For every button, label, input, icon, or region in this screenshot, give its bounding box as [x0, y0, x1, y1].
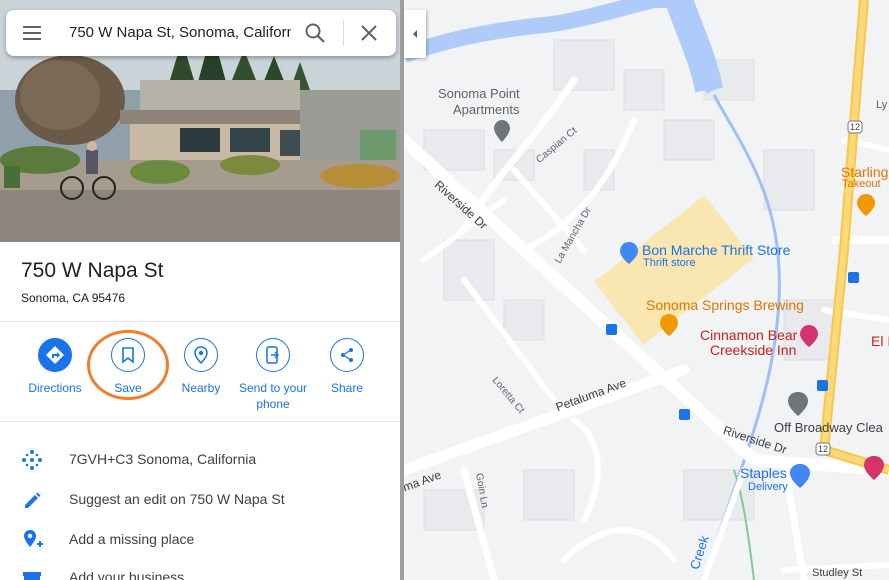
send-to-phone-label: Send to your phone — [238, 381, 308, 411]
street-label-studley: Studley St — [812, 567, 863, 579]
collapse-panel-button[interactable] — [404, 10, 426, 58]
search-input[interactable]: 750 W Napa St, Sonoma, California — [69, 24, 291, 41]
poi-staples-category: Delivery — [748, 481, 788, 493]
search-icon[interactable] — [304, 22, 326, 44]
nearby-label: Nearby — [181, 381, 221, 395]
poi-cinnamon-bear[interactable]: Cinnamon Bear — [700, 327, 797, 343]
save-highlight-circle — [87, 330, 169, 400]
map-label-sonoma-point[interactable]: Sonoma Point — [438, 86, 520, 101]
business-icon — [20, 566, 44, 580]
add-missing-place-text: Add a missing place — [69, 531, 195, 547]
poi-off-broadway[interactable]: Off Broadway Clea — [774, 420, 883, 435]
map-label-apartments[interactable]: Apartments — [453, 102, 519, 117]
suggest-edit-text: Suggest an edit on 750 W Napa St — [69, 491, 285, 507]
directions-label: Directions — [28, 381, 82, 395]
directions-button[interactable]: Directions — [18, 338, 92, 396]
chevron-left-icon — [413, 30, 417, 38]
poi-starling-category: Takeout — [842, 178, 881, 190]
directions-icon — [38, 338, 72, 372]
add-missing-place-row[interactable]: Add a missing place — [0, 520, 400, 556]
edit-icon — [20, 488, 44, 512]
place-address: Sonoma, CA 95476 — [21, 291, 126, 305]
suggest-edit-row[interactable]: Suggest an edit on 750 W Napa St — [0, 480, 400, 516]
send-to-phone-button[interactable]: Send to your phone — [236, 338, 310, 412]
poi-thrift-store-category: Thrift store — [643, 257, 696, 269]
search-box[interactable]: 750 W Napa St, Sonoma, California — [6, 10, 396, 56]
map-canvas[interactable]: Sonoma Point Apartments Caspian Ct River… — [404, 0, 889, 580]
divider — [0, 321, 400, 322]
add-business-row[interactable]: Add your business — [0, 558, 400, 580]
send-to-phone-icon — [256, 338, 290, 372]
divider — [0, 421, 400, 422]
route-12-shield-lower: 12 — [818, 444, 829, 454]
close-icon[interactable] — [360, 24, 378, 42]
poi-staples[interactable]: Staples — [740, 465, 787, 481]
nearby-button[interactable]: Nearby — [164, 338, 238, 396]
nearby-icon — [184, 338, 218, 372]
share-label: Share — [330, 381, 364, 395]
plus-code-text: 7GVH+C3 Sonoma, California — [69, 451, 257, 467]
share-icon — [330, 338, 364, 372]
add-business-text: Add your business — [69, 569, 185, 580]
route-12-shield: 12 — [850, 122, 861, 132]
map-label-ly-partial: Ly — [876, 99, 888, 111]
plus-code-icon — [20, 448, 44, 472]
poi-sonoma-springs[interactable]: Sonoma Springs Brewing — [646, 297, 804, 313]
poi-el-partial[interactable]: El I — [871, 333, 889, 349]
search-separator — [343, 20, 344, 46]
plus-code-row[interactable]: 7GVH+C3 Sonoma, California — [0, 440, 400, 476]
place-panel: 750 W Napa St Sonoma, CA 95476 Direction… — [0, 0, 400, 580]
hamburger-menu-icon[interactable] — [22, 24, 44, 42]
share-button[interactable]: Share — [310, 338, 384, 396]
poi-creekside-inn[interactable]: Creekside Inn — [710, 342, 796, 358]
add-place-icon — [20, 528, 44, 552]
poi-bon-marche[interactable]: Bon Marche Thrift Store — [642, 242, 790, 258]
place-title: 750 W Napa St — [21, 259, 164, 282]
